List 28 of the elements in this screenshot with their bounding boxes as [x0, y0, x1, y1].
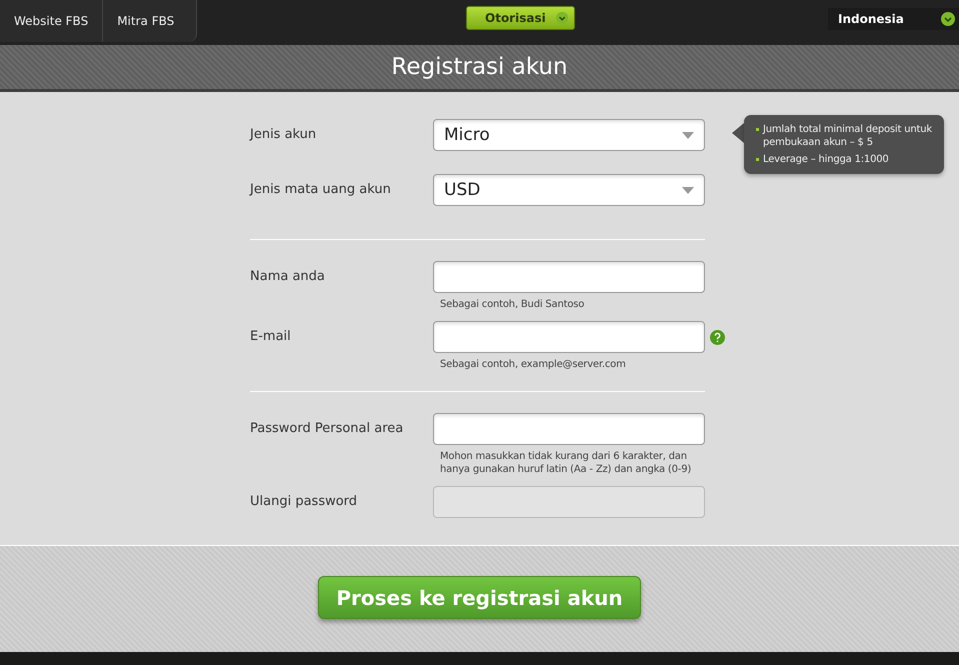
- dropdown[interactable]: Micro: [433, 119, 705, 151]
- bullet-icon: [756, 158, 759, 161]
- tooltip-text: Leverage – hingga 1:1000: [763, 153, 889, 166]
- page-title: Registrasi akun: [391, 54, 568, 80]
- field-label: Jenis akun: [250, 126, 318, 144]
- help-icon[interactable]: [710, 330, 725, 345]
- dropdown[interactable]: USD: [433, 174, 705, 206]
- dropdown-caret-icon: [682, 186, 694, 194]
- input-field[interactable]: [433, 261, 705, 293]
- input-field[interactable]: [433, 321, 705, 353]
- login-button[interactable]: Otorisasi: [466, 6, 575, 30]
- dropdown-caret-icon: [682, 132, 694, 138]
- bullet-icon: [756, 128, 759, 131]
- tooltip-text: Jumlah total minimal deposit untuk pembukaan akun – $ 5: [763, 123, 933, 149]
- field-label: Password Personal area: [250, 420, 404, 438]
- chevron-icon: [941, 12, 955, 26]
- input-field[interactable]: [433, 413, 705, 445]
- field-label: Ulangi password: [250, 493, 358, 511]
- nav-link[interactable]: Mitra FBS: [103, 0, 196, 42]
- field-hint: Sebagai contoh, Budi Santoso: [439, 298, 586, 311]
- field-label: E-mail: [250, 328, 292, 346]
- chevron-icon: [556, 11, 568, 25]
- language-dropdown[interactable]: Indonesia: [828, 8, 959, 30]
- field-label: Nama anda: [250, 268, 326, 286]
- nav-link[interactable]: Website FBS: [0, 0, 104, 42]
- field-hint: Sebagai contoh, example@server.com: [439, 358, 627, 371]
- field-label: Jenis mata uang akun: [250, 181, 392, 199]
- field-hint: Mohon masukkan tidak kurang dari 6 karakter, dan hanya gunakan huruf latin (Aa - Zz) dan angka (0-9): [439, 450, 692, 476]
